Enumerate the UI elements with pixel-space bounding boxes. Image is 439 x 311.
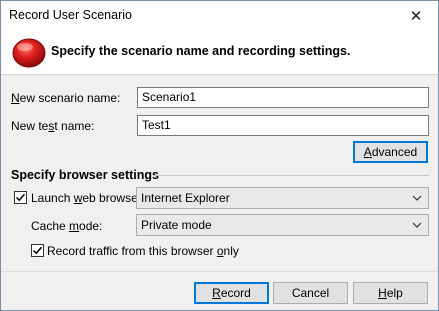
browser-select[interactable]: Internet Explorer bbox=[136, 187, 429, 209]
record-traffic-only-label: Record traffic from this browser only bbox=[47, 244, 239, 258]
browser-select-value: Internet Explorer bbox=[141, 191, 230, 205]
footer-divider bbox=[1, 271, 438, 272]
launch-browser-label: Launch web browser: bbox=[31, 191, 146, 205]
record-user-scenario-dialog: Record User Scenario ✕ Specify the scena… bbox=[0, 0, 439, 311]
launch-browser-checkbox[interactable] bbox=[14, 191, 27, 204]
section-divider bbox=[153, 175, 429, 176]
window-title: Record User Scenario bbox=[9, 8, 132, 22]
record-traffic-only-checkbox[interactable] bbox=[31, 244, 44, 257]
checkmark-icon bbox=[32, 246, 43, 255]
header-instruction: Specify the scenario name and recording … bbox=[51, 44, 351, 58]
cancel-button[interactable]: Cancel bbox=[273, 282, 348, 304]
record-icon bbox=[12, 38, 46, 68]
scenario-name-label: New scenario name: bbox=[11, 91, 121, 105]
advanced-button[interactable]: Advanced bbox=[353, 141, 428, 163]
dialog-header: Specify the scenario name and recording … bbox=[1, 31, 438, 75]
browser-settings-heading: Specify browser settings bbox=[11, 168, 159, 182]
record-button[interactable]: Record bbox=[194, 282, 269, 304]
cache-mode-select-value: Private mode bbox=[141, 218, 212, 232]
test-name-input[interactable]: Test1 bbox=[137, 115, 429, 136]
title-bar: Record User Scenario ✕ bbox=[1, 1, 438, 31]
chevron-down-icon bbox=[412, 195, 422, 201]
chevron-down-icon bbox=[412, 222, 422, 228]
checkmark-icon bbox=[15, 193, 26, 202]
close-icon[interactable]: ✕ bbox=[394, 1, 438, 31]
help-button[interactable]: Help bbox=[353, 282, 428, 304]
cache-mode-label: Cache mode: bbox=[31, 219, 103, 233]
cache-mode-select[interactable]: Private mode bbox=[136, 214, 429, 236]
test-name-label: New test name: bbox=[11, 119, 95, 133]
scenario-name-input[interactable]: Scenario1 bbox=[137, 87, 429, 108]
